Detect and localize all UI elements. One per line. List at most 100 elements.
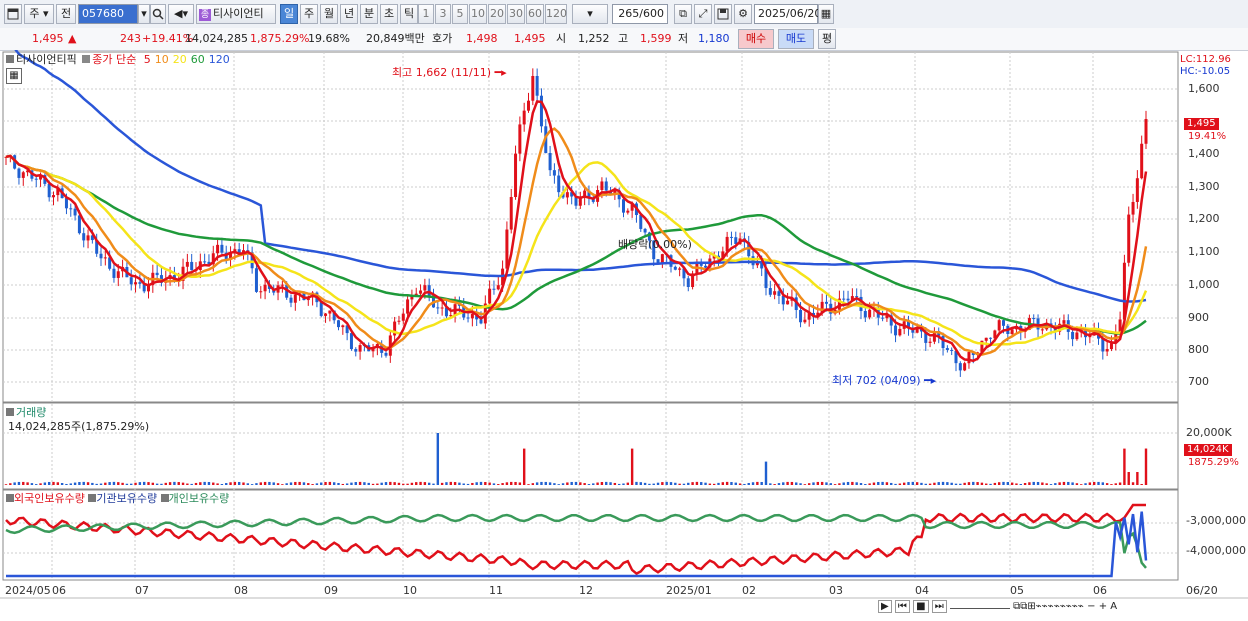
search-icon[interactable] — [150, 4, 166, 24]
volume-bar — [687, 482, 690, 485]
period-tab[interactable]: 월 — [320, 4, 338, 24]
scroll-last-icon[interactable]: ⏭ — [931, 600, 947, 613]
group-icon: 종 — [199, 9, 211, 21]
candle-body — [77, 215, 81, 234]
interval-tab[interactable]: 60 — [526, 4, 544, 24]
candle-body — [803, 319, 807, 323]
volume-bar — [147, 482, 150, 485]
x-axis-label: 06 — [1093, 584, 1107, 597]
period-tab[interactable]: 년 — [340, 4, 358, 24]
zoom-slider[interactable] — [949, 604, 1010, 609]
stock-name-field[interactable]: 종 티사이언티 — [196, 4, 276, 24]
volume-bar — [1144, 448, 1148, 485]
volume-bar — [423, 482, 427, 485]
volume-bar — [851, 481, 854, 485]
candle-body — [1071, 331, 1075, 340]
candle-body — [600, 181, 604, 191]
volume-bar — [1036, 481, 1040, 485]
volume-bar — [1110, 484, 1113, 485]
interval-tab[interactable]: 30 — [507, 4, 525, 24]
period-tab[interactable]: 분 — [360, 4, 378, 24]
ma-legend: 5 10 20 60 120 — [140, 53, 230, 66]
speaker-icon[interactable]: ◀▾ — [168, 4, 194, 24]
period-tab[interactable]: 주 — [300, 4, 318, 24]
save-icon[interactable] — [714, 4, 732, 24]
volume-bar — [1010, 482, 1014, 485]
ma-legend-item[interactable]: 120 — [209, 53, 230, 66]
chart-canvas[interactable] — [0, 50, 1248, 621]
font-size-icon[interactable]: A — [1110, 601, 1117, 612]
price-panel-title[interactable]: 티사이언티픽 — [16, 53, 77, 66]
scroll-first-icon[interactable]: ⏮ — [894, 600, 910, 613]
volume-bar — [622, 483, 625, 485]
volume-bar — [1041, 482, 1044, 485]
volume-bar — [345, 483, 349, 485]
volume-bar — [155, 483, 159, 485]
interval-tab[interactable]: 20 — [488, 4, 506, 24]
volume-bar — [311, 484, 314, 485]
volume-bar — [130, 483, 133, 485]
link-icon[interactable]: ⤢ — [694, 4, 712, 24]
code-dropdown[interactable]: ▾ — [138, 4, 150, 24]
candle-body — [768, 288, 772, 295]
interval-tab[interactable]: 120 — [545, 4, 567, 24]
buy-button[interactable]: 매수 — [738, 29, 774, 49]
candle-body — [950, 349, 954, 351]
interval-tab[interactable]: 1 — [418, 4, 434, 24]
candle-body — [686, 278, 690, 287]
prev-button[interactable]: 전 — [56, 4, 76, 24]
ma-legend-item[interactable]: 60 — [191, 53, 205, 66]
period-tab[interactable]: 초 — [380, 4, 398, 24]
volume-bar — [458, 482, 461, 485]
stop-icon[interactable]: ■ — [913, 600, 929, 613]
period-tab[interactable]: 일 — [280, 4, 298, 24]
interval-tab[interactable]: 10 — [469, 4, 487, 24]
calendar-icon[interactable]: ▦ — [818, 4, 834, 24]
price-y-tick: 1,300 — [1188, 180, 1220, 193]
volume-bar — [820, 481, 824, 485]
ma-legend-item[interactable]: 20 — [173, 53, 187, 66]
volume-bar — [406, 483, 409, 485]
legend-institution[interactable]: 기관보유수량 — [96, 492, 157, 505]
candle-body — [1062, 320, 1066, 324]
window-icon[interactable] — [4, 4, 22, 24]
legend-individual[interactable]: 개인보유수량 — [169, 492, 230, 505]
volume-bar — [466, 483, 470, 485]
interval-dropdown[interactable]: ▾ — [572, 4, 608, 24]
volume-bar — [885, 482, 889, 485]
candle-body — [863, 311, 867, 318]
volume-panel-title[interactable]: 거래량 — [16, 406, 46, 419]
interval-tab[interactable]: 3 — [435, 4, 451, 24]
interval-tab[interactable]: 5 — [452, 4, 468, 24]
ma-legend-item[interactable]: 5 — [144, 53, 151, 66]
volume-bar — [121, 482, 124, 485]
volume-bar — [902, 482, 906, 485]
candle-body — [1127, 214, 1131, 263]
zoom-in-icon[interactable]: + — [1099, 601, 1107, 612]
legend-foreign[interactable]: 외국인보유수량 — [14, 492, 85, 505]
volume-bar — [846, 481, 850, 485]
x-axis-label: 02 — [742, 584, 756, 597]
zoom-out-icon[interactable]: − — [1087, 601, 1095, 612]
stock-code-input[interactable]: 057680 — [78, 4, 138, 24]
candle-icon[interactable]: ⧉ — [674, 4, 692, 24]
tool-icons[interactable]: ⧉⧉⊞⌁⌁⌁⌁⌁⌁⌁⌁ — [1013, 601, 1084, 612]
grid-toggle-icon[interactable]: ▦ — [6, 68, 22, 84]
eval-button[interactable]: 평 — [818, 29, 836, 49]
volume-bar — [320, 482, 323, 485]
date-input[interactable]: 2025/06/20 — [754, 4, 821, 24]
volume-bar — [1092, 481, 1096, 485]
price-y-tick: 1,000 — [1188, 278, 1220, 291]
volume-bar — [22, 481, 25, 485]
market-select[interactable]: 주 ▾ — [24, 4, 54, 24]
period-tab[interactable]: 틱 — [400, 4, 418, 24]
volume-bar — [82, 481, 85, 485]
scroll-right-icon[interactable]: ▶ — [878, 600, 892, 613]
volume-bar — [186, 483, 189, 485]
volume-bar — [307, 483, 310, 485]
ma-legend-item[interactable]: 10 — [155, 53, 169, 66]
candle-body — [773, 291, 777, 295]
count-input[interactable]: 265/600 — [612, 4, 668, 24]
sell-button[interactable]: 매도 — [778, 29, 814, 49]
settings-icon[interactable]: ⚙ — [734, 4, 752, 24]
